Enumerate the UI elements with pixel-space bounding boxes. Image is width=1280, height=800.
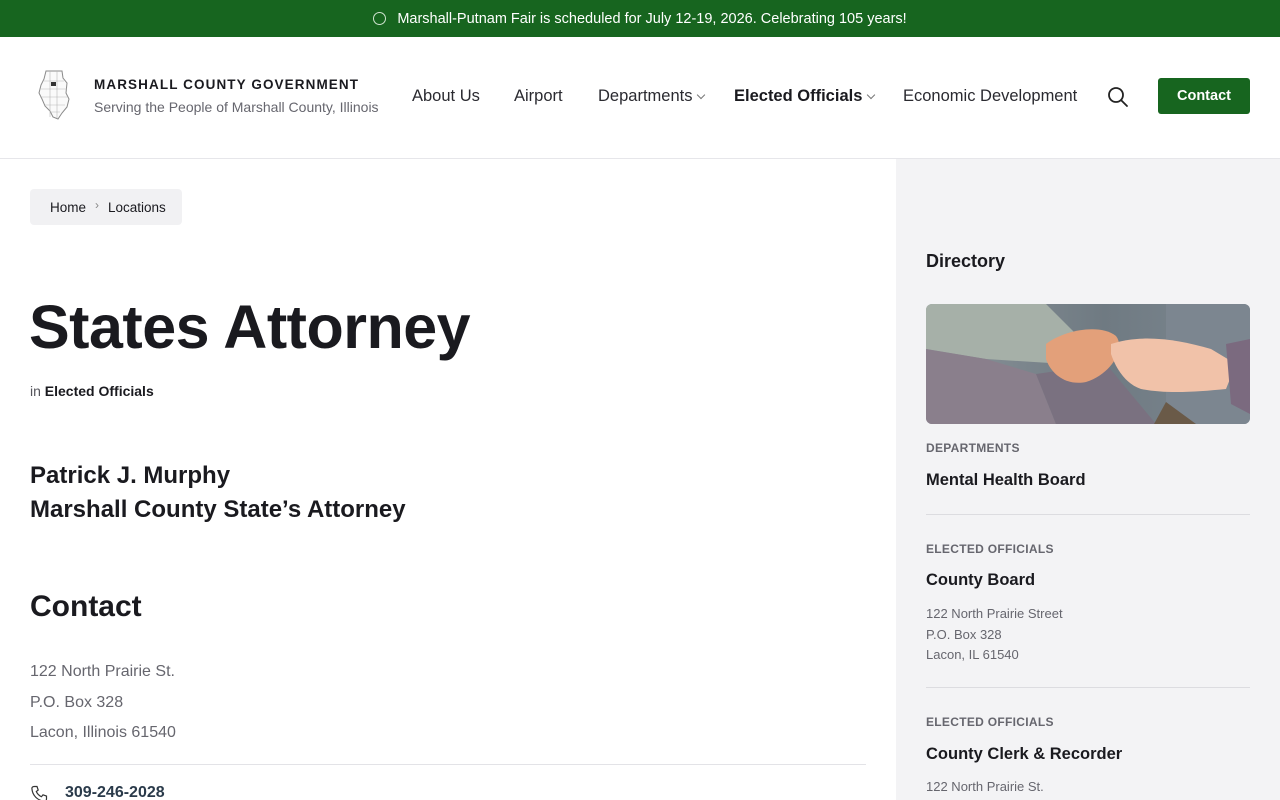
address-line: Lacon, Illinois 61540 [30, 724, 176, 741]
contact-heading: Contact [30, 590, 142, 623]
directory-entry-address-line: 122 North Prairie Street [926, 606, 1063, 621]
address-line: 122 North Prairie St. [30, 663, 175, 680]
chevron-down-icon [867, 90, 876, 99]
phone-icon [31, 785, 48, 800]
search-icon[interactable] [1106, 85, 1130, 109]
nav-about-us-label: About Us [412, 87, 480, 105]
directory-entry-category: DEPARTMENTS [926, 441, 1020, 455]
divider [30, 764, 866, 765]
illinois-map-logo-icon[interactable] [36, 69, 74, 121]
divider [926, 687, 1250, 688]
nav-about-us[interactable]: About Us [412, 87, 480, 106]
directory-title: Directory [926, 251, 1006, 271]
page-title: States Attorney [29, 293, 471, 361]
category-prefix: in [30, 383, 41, 399]
nav-economic-development[interactable]: Economic Development [903, 87, 1077, 106]
category-line: in Elected Officials [30, 383, 154, 399]
circle-icon [373, 12, 387, 25]
phone-link[interactable]: 309-246-2028 [65, 784, 165, 800]
breadcrumb-separator: › [95, 198, 100, 212]
directory-entry-address-line: Lacon, IL 61540 [926, 647, 1019, 662]
contact-button[interactable]: Contact [1158, 78, 1250, 114]
nav-departments[interactable]: Departments [598, 87, 706, 106]
breadcrumb-locations[interactable]: Locations [108, 200, 166, 215]
breadcrumb: Home › Locations [30, 189, 182, 225]
category-link[interactable]: Elected Officials [45, 383, 154, 399]
brand-title[interactable]: MARSHALL COUNTY GOVERNMENT [94, 77, 359, 92]
directory-entry-category: ELECTED OFFICIALS [926, 542, 1054, 556]
directory-entry-name[interactable]: County Clerk & Recorder [926, 745, 1122, 764]
directory-entry-category: ELECTED OFFICIALS [926, 715, 1054, 729]
directory-entry-address-line: 122 North Prairie St. [926, 779, 1044, 794]
nav-airport[interactable]: Airport [514, 87, 563, 106]
nav-airport-label: Airport [514, 87, 563, 105]
nav-departments-label: Departments [598, 87, 693, 105]
chevron-down-icon [697, 90, 706, 99]
breadcrumb-home[interactable]: Home [50, 200, 86, 215]
person-name: Patrick J. Murphy [30, 462, 231, 489]
site-header: MARSHALL COUNTY GOVERNMENT Serving the P… [0, 37, 1280, 159]
person-role: Marshall County State’s Attorney [30, 496, 406, 523]
nav-economic-development-label: Economic Development [903, 87, 1078, 105]
divider [926, 514, 1250, 515]
directory-sidebar: Directory DEPARTMENTS Mental Health Boar… [896, 159, 1280, 800]
directory-entry-name[interactable]: Mental Health Board [926, 471, 1086, 490]
address-line: P.O. Box 328 [30, 694, 124, 711]
directory-image-holding-hands[interactable] [926, 304, 1250, 424]
directory-entry-address-line: P.O. Box 328 [926, 627, 1002, 642]
announcement-text[interactable]: Marshall-Putnam Fair is scheduled for Ju… [397, 11, 906, 27]
announcement-bar: Marshall-Putnam Fair is scheduled for Ju… [0, 0, 1280, 37]
nav-elected-officials-label: Elected Officials [734, 87, 863, 105]
directory-entry-name[interactable]: County Board [926, 571, 1035, 590]
nav-elected-officials[interactable]: Elected Officials [734, 87, 876, 106]
brand-subtitle: Serving the People of Marshall County, I… [94, 99, 379, 115]
